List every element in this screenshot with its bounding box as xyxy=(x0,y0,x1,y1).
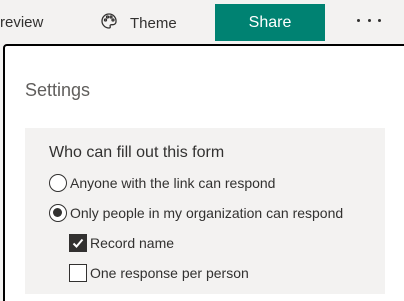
checkbox-one-response[interactable]: One response per person xyxy=(69,264,249,282)
theme-button[interactable]: Theme xyxy=(100,12,177,34)
palette-icon xyxy=(100,12,118,34)
more-options-button[interactable] xyxy=(357,10,381,30)
preview-button[interactable]: review xyxy=(0,14,43,31)
section-title: Who can fill out this form xyxy=(49,144,225,161)
settings-title: Settings xyxy=(25,80,91,100)
radio-label: Only people in my organization can respo… xyxy=(70,205,344,221)
radio-only-organization[interactable]: Only people in my organization can respo… xyxy=(49,204,343,222)
more-dots-icon xyxy=(357,18,360,22)
checkbox-label: Record name xyxy=(90,235,175,251)
radio-button-icon[interactable] xyxy=(49,174,67,192)
checkbox-label: One response per person xyxy=(90,265,249,281)
radio-label: Anyone with the link can respond xyxy=(70,175,276,191)
radio-anyone-with-link[interactable]: Anyone with the link can respond xyxy=(49,174,275,192)
settings-panel: Settings Who can fill out this form Anyo… xyxy=(3,44,404,301)
radio-button-selected-icon[interactable] xyxy=(49,204,67,222)
checkbox-record-name[interactable]: Record name xyxy=(69,234,174,252)
theme-label: Theme xyxy=(130,14,177,32)
who-can-respond-section: Who can fill out this form Anyone with t… xyxy=(25,128,385,294)
share-button[interactable]: Share xyxy=(215,4,325,41)
checkbox-checked-icon[interactable] xyxy=(69,234,87,252)
toolbar: review Theme Share xyxy=(0,0,404,44)
checkbox-unchecked-icon[interactable] xyxy=(69,264,87,282)
